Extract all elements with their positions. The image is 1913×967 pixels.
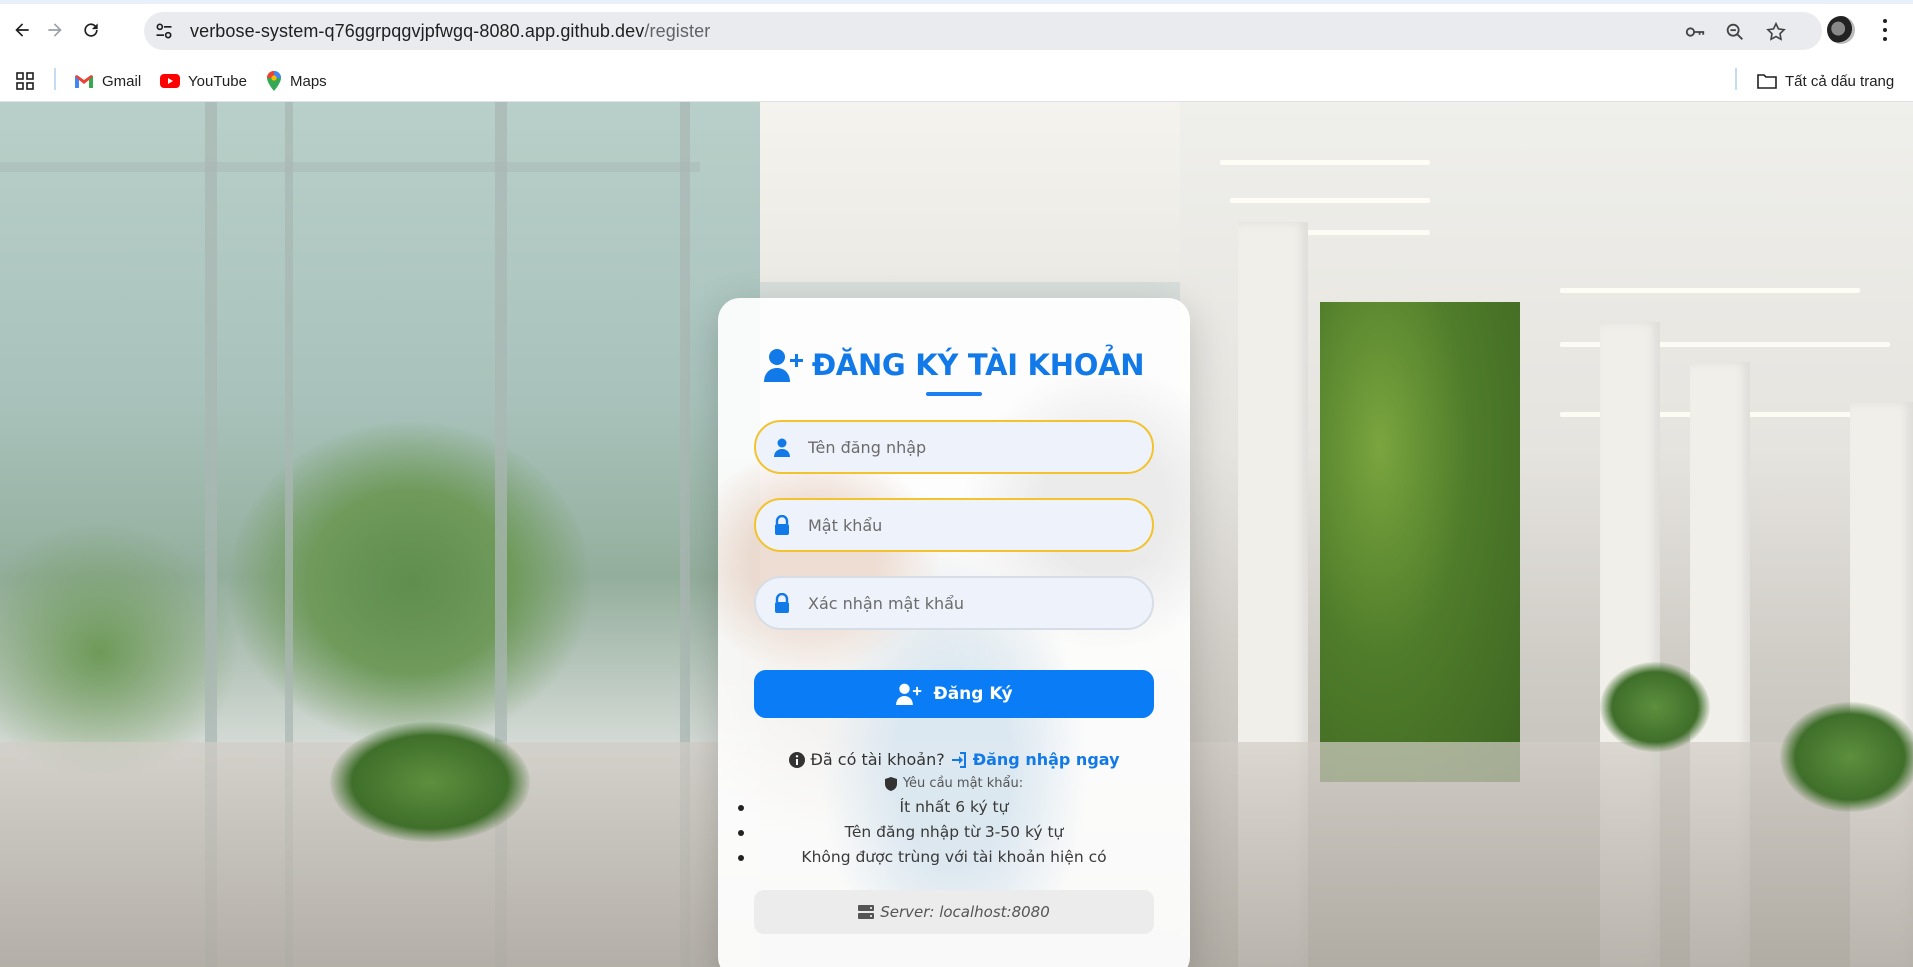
forward-button[interactable]	[39, 14, 71, 46]
background-plant	[1780, 702, 1913, 812]
page-title-text: ĐĂNG KÝ TÀI KHOẢN	[811, 348, 1145, 382]
folder-icon	[1757, 74, 1777, 89]
all-bookmarks-label: Tất cả dấu trang	[1785, 72, 1895, 90]
register-button[interactable]: Đăng Ký	[754, 670, 1154, 718]
login-prompt: Đã có tài khoản? Đăng nhập ngay	[718, 750, 1190, 769]
register-card: ĐĂNG KÝ TÀI KHOẢN Đăng	[718, 298, 1190, 967]
login-link[interactable]: Đăng nhập ngay	[951, 750, 1120, 769]
lock-icon	[775, 515, 789, 535]
bookmark-maps[interactable]: Maps	[266, 68, 327, 94]
reload-button[interactable]	[75, 14, 107, 46]
user-icon	[774, 438, 790, 457]
background-plant	[330, 722, 530, 842]
background-ceiling-light	[1230, 198, 1430, 203]
shield-icon	[884, 776, 897, 791]
server-text: Server: localhost:8080	[880, 903, 1050, 921]
background-plant	[1600, 662, 1710, 752]
zoom-icon[interactable]	[1724, 21, 1746, 43]
bookmarks-bar: Gmail YouTube Maps Tất cả dấu trang	[0, 60, 1913, 102]
apps-button[interactable]	[16, 68, 34, 94]
sign-in-icon	[951, 751, 966, 768]
url-text[interactable]: verbose-system-q76ggrpqgvjpfwgq-8080.app…	[190, 21, 710, 42]
server-icon	[858, 905, 875, 919]
browser-toolbar: verbose-system-q76ggrpqgvjpfwgq-8080.app…	[0, 0, 1913, 60]
profile-avatar[interactable]	[1827, 16, 1855, 44]
url-host: verbose-system-q76ggrpqgvjpfwgq-8080.app…	[190, 21, 645, 41]
user-plus-icon	[896, 683, 922, 705]
background-tree	[230, 422, 590, 742]
apps-grid-icon	[16, 72, 34, 90]
page-title: ĐĂNG KÝ TÀI KHOẢN	[718, 348, 1190, 382]
browser-menu-button[interactable]	[1878, 16, 1892, 44]
list-item: Không được trùng với tài khoản hiện có	[718, 845, 1190, 870]
password-requirements-list: Ít nhất 6 ký tự Tên đăng nhập từ 3-50 ký…	[718, 795, 1190, 870]
bookmarks-separator	[54, 68, 56, 90]
register-button-label: Đăng Ký	[933, 684, 1013, 704]
arrow-right-icon	[48, 23, 62, 37]
list-item: Tên đăng nhập từ 3-50 ký tự	[718, 820, 1190, 845]
back-button[interactable]	[6, 14, 38, 46]
server-info: Server: localhost:8080	[754, 890, 1154, 934]
site-settings-icon[interactable]	[154, 21, 174, 41]
background-ceiling-light	[1220, 160, 1430, 165]
background-walkway	[0, 162, 700, 172]
background-ceiling-light	[1560, 288, 1860, 293]
title-underline	[926, 392, 982, 396]
page-viewport: ĐĂNG KÝ TÀI KHOẢN Đăng	[0, 102, 1913, 967]
toolbar-accent-strip	[0, 0, 1913, 4]
url-path: /register	[644, 21, 711, 41]
bookmark-label: Maps	[290, 72, 327, 90]
password-field[interactable]	[754, 498, 1154, 552]
login-link-label: Đăng nhập ngay	[972, 750, 1120, 769]
key-icon[interactable]	[1684, 21, 1706, 43]
bookmark-gmail[interactable]: Gmail	[74, 68, 141, 94]
bookmark-label: YouTube	[188, 72, 247, 90]
info-icon	[788, 751, 805, 768]
password-input[interactable]	[808, 500, 1138, 550]
all-bookmarks-button[interactable]: Tất cả dấu trang	[1757, 68, 1894, 94]
lock-icon	[775, 593, 789, 613]
password-requirements-title: Yêu cầu mật khẩu:	[718, 776, 1190, 791]
username-input[interactable]	[808, 422, 1138, 472]
maps-pin-icon	[267, 71, 281, 91]
username-field[interactable]	[754, 420, 1154, 474]
bookmarks-separator	[1735, 68, 1737, 90]
reload-icon	[84, 23, 98, 37]
background-green-wall	[1320, 302, 1520, 782]
bookmark-youtube[interactable]: YouTube	[160, 68, 247, 94]
user-plus-icon	[763, 349, 803, 382]
confirm-password-input[interactable]	[808, 578, 1138, 628]
bookmark-label: Gmail	[102, 72, 142, 90]
bookmark-star-icon[interactable]	[1765, 21, 1787, 43]
have-account-text: Đã có tài khoản?	[810, 750, 945, 769]
list-item: Ít nhất 6 ký tự	[718, 795, 1190, 820]
arrow-left-icon	[15, 23, 29, 37]
address-bar[interactable]: verbose-system-q76ggrpqgvjpfwgq-8080.app…	[144, 12, 1822, 50]
password-requirements-label: Yêu cầu mật khẩu:	[902, 776, 1024, 791]
youtube-icon	[160, 74, 180, 88]
confirm-password-field[interactable]	[754, 576, 1154, 630]
gmail-icon	[75, 75, 93, 88]
